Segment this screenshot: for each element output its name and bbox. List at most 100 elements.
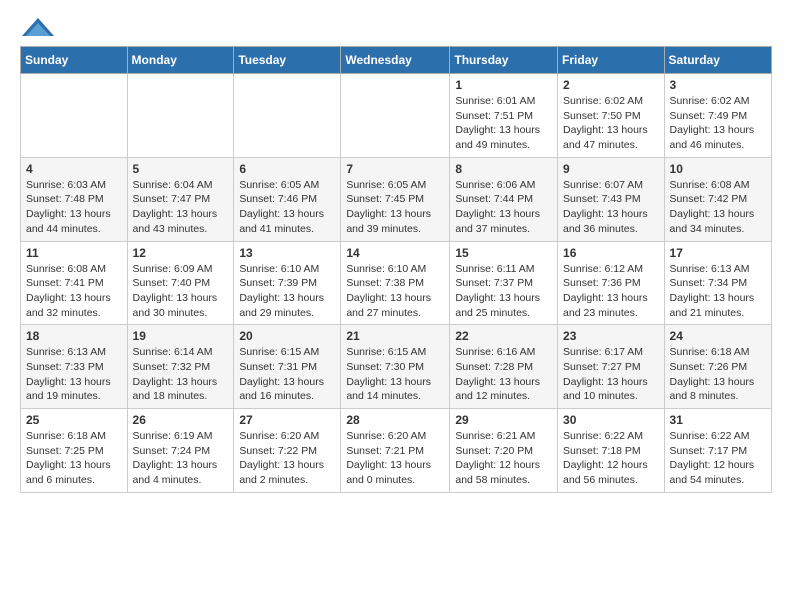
calendar-cell: 24Sunrise: 6:18 AMSunset: 7:26 PMDayligh… bbox=[664, 325, 771, 409]
logo-icon bbox=[20, 16, 56, 36]
day-info: Sunrise: 6:22 AMSunset: 7:17 PMDaylight:… bbox=[670, 429, 766, 488]
header bbox=[20, 16, 772, 36]
day-info: Sunrise: 6:09 AMSunset: 7:40 PMDaylight:… bbox=[133, 262, 229, 321]
calendar-cell: 3Sunrise: 6:02 AMSunset: 7:49 PMDaylight… bbox=[664, 74, 771, 158]
day-info: Sunrise: 6:21 AMSunset: 7:20 PMDaylight:… bbox=[455, 429, 552, 488]
calendar-cell: 13 Sunrise: 6:10 AMSunset: 7:39 PMDayligh… bbox=[234, 241, 341, 325]
calendar-cell: 4 Sunrise: 6:03 AMSunset: 7:48 PMDaylight… bbox=[21, 157, 128, 241]
calendar-cell: 29Sunrise: 6:21 AMSunset: 7:20 PMDayligh… bbox=[450, 409, 558, 493]
day-number: 26 bbox=[133, 413, 229, 427]
day-number: 7 bbox=[346, 162, 444, 176]
calendar-cell: 12 Sunrise: 6:09 AMSunset: 7:40 PMDayligh… bbox=[127, 241, 234, 325]
day-number: 6 bbox=[239, 162, 335, 176]
day-number: 19 bbox=[133, 329, 229, 343]
day-number: 20 bbox=[239, 329, 335, 343]
col-header-thursday: Thursday bbox=[450, 47, 558, 74]
calendar-cell: 19 Sunrise: 6:14 AMSunset: 7:32 PMDayligh… bbox=[127, 325, 234, 409]
calendar-cell: 21 Sunrise: 6:15 AMSunset: 7:30 PMDayligh… bbox=[341, 325, 450, 409]
calendar-cell: 25 Sunrise: 6:18 AMSunset: 7:25 PMDayligh… bbox=[21, 409, 128, 493]
day-number: 22 bbox=[455, 329, 552, 343]
calendar-cell: 23Sunrise: 6:17 AMSunset: 7:27 PMDayligh… bbox=[558, 325, 665, 409]
day-info: Sunrise: 6:15 AMSunset: 7:30 PMDaylight:… bbox=[346, 345, 444, 404]
day-number: 10 bbox=[670, 162, 766, 176]
day-info: Sunrise: 6:12 AMSunset: 7:36 PMDaylight:… bbox=[563, 262, 659, 321]
day-number: 12 bbox=[133, 246, 229, 260]
week-row: 1 Sunrise: 6:01 AMSunset: 7:51 PMDaylight… bbox=[21, 74, 772, 158]
day-info: Sunrise: 6:11 AMSunset: 7:37 PMDaylight:… bbox=[455, 262, 552, 321]
calendar-cell: 17 Sunrise: 6:13 AMSunset: 7:34 PMDayligh… bbox=[664, 241, 771, 325]
day-number: 3 bbox=[670, 78, 766, 92]
day-number: 30 bbox=[563, 413, 659, 427]
day-number: 9 bbox=[563, 162, 659, 176]
day-info: Sunrise: 6:03 AMSunset: 7:48 PMDaylight:… bbox=[26, 178, 122, 237]
day-info: Sunrise: 6:07 AMSunset: 7:43 PMDaylight:… bbox=[563, 178, 659, 237]
day-info: Sunrise: 6:22 AMSunset: 7:18 PMDaylight:… bbox=[563, 429, 659, 488]
calendar-cell: 1 Sunrise: 6:01 AMSunset: 7:51 PMDaylight… bbox=[450, 74, 558, 158]
day-number: 27 bbox=[239, 413, 335, 427]
week-row: 11 Sunrise: 6:08 AMSunset: 7:41 PMDayligh… bbox=[21, 241, 772, 325]
calendar-cell: 7 Sunrise: 6:05 AMSunset: 7:45 PMDaylight… bbox=[341, 157, 450, 241]
day-number: 24 bbox=[670, 329, 766, 343]
day-number: 4 bbox=[26, 162, 122, 176]
calendar-cell: 15 Sunrise: 6:11 AMSunset: 7:37 PMDayligh… bbox=[450, 241, 558, 325]
col-header-monday: Monday bbox=[127, 47, 234, 74]
col-header-tuesday: Tuesday bbox=[234, 47, 341, 74]
calendar-cell: 18 Sunrise: 6:13 AMSunset: 7:33 PMDayligh… bbox=[21, 325, 128, 409]
logo bbox=[20, 16, 60, 36]
day-info: Sunrise: 6:15 AMSunset: 7:31 PMDaylight:… bbox=[239, 345, 335, 404]
day-number: 25 bbox=[26, 413, 122, 427]
day-number: 8 bbox=[455, 162, 552, 176]
day-number: 11 bbox=[26, 246, 122, 260]
col-header-saturday: Saturday bbox=[664, 47, 771, 74]
calendar-cell: 14Sunrise: 6:10 AMSunset: 7:38 PMDayligh… bbox=[341, 241, 450, 325]
calendar-table: SundayMondayTuesdayWednesdayThursdayFrid… bbox=[20, 46, 772, 493]
day-info: Sunrise: 6:13 AMSunset: 7:34 PMDaylight:… bbox=[670, 262, 766, 321]
day-number: 15 bbox=[455, 246, 552, 260]
day-info: Sunrise: 6:14 AMSunset: 7:32 PMDaylight:… bbox=[133, 345, 229, 404]
calendar-cell: 10Sunrise: 6:08 AMSunset: 7:42 PMDayligh… bbox=[664, 157, 771, 241]
day-number: 14 bbox=[346, 246, 444, 260]
week-row: 25 Sunrise: 6:18 AMSunset: 7:25 PMDayligh… bbox=[21, 409, 772, 493]
calendar-cell: 27 Sunrise: 6:20 AMSunset: 7:22 PMDayligh… bbox=[234, 409, 341, 493]
calendar-cell: 8 Sunrise: 6:06 AMSunset: 7:44 PMDaylight… bbox=[450, 157, 558, 241]
day-number: 17 bbox=[670, 246, 766, 260]
day-info: Sunrise: 6:01 AMSunset: 7:51 PMDaylight:… bbox=[455, 94, 552, 153]
day-number: 23 bbox=[563, 329, 659, 343]
day-number: 16 bbox=[563, 246, 659, 260]
day-info: Sunrise: 6:20 AMSunset: 7:22 PMDaylight:… bbox=[239, 429, 335, 488]
calendar-cell: 30 Sunrise: 6:22 AMSunset: 7:18 PMDayligh… bbox=[558, 409, 665, 493]
day-info: Sunrise: 6:18 AMSunset: 7:25 PMDaylight:… bbox=[26, 429, 122, 488]
week-row: 4 Sunrise: 6:03 AMSunset: 7:48 PMDaylight… bbox=[21, 157, 772, 241]
day-info: Sunrise: 6:19 AMSunset: 7:24 PMDaylight:… bbox=[133, 429, 229, 488]
calendar-cell: 22 Sunrise: 6:16 AMSunset: 7:28 PMDayligh… bbox=[450, 325, 558, 409]
calendar-cell: 6 Sunrise: 6:05 AMSunset: 7:46 PMDaylight… bbox=[234, 157, 341, 241]
calendar-cell: 31 Sunrise: 6:22 AMSunset: 7:17 PMDayligh… bbox=[664, 409, 771, 493]
day-info: Sunrise: 6:10 AMSunset: 7:39 PMDaylight:… bbox=[239, 262, 335, 321]
day-number: 18 bbox=[26, 329, 122, 343]
day-number: 31 bbox=[670, 413, 766, 427]
day-number: 5 bbox=[133, 162, 229, 176]
calendar-cell bbox=[341, 74, 450, 158]
calendar-cell bbox=[234, 74, 341, 158]
calendar-cell: 26 Sunrise: 6:19 AMSunset: 7:24 PMDayligh… bbox=[127, 409, 234, 493]
calendar-cell: 2 Sunrise: 6:02 AMSunset: 7:50 PMDaylight… bbox=[558, 74, 665, 158]
day-number: 2 bbox=[563, 78, 659, 92]
day-number: 1 bbox=[455, 78, 552, 92]
calendar-cell bbox=[127, 74, 234, 158]
week-row: 18 Sunrise: 6:13 AMSunset: 7:33 PMDayligh… bbox=[21, 325, 772, 409]
day-info: Sunrise: 6:02 AMSunset: 7:50 PMDaylight:… bbox=[563, 94, 659, 153]
day-number: 13 bbox=[239, 246, 335, 260]
day-info: Sunrise: 6:06 AMSunset: 7:44 PMDaylight:… bbox=[455, 178, 552, 237]
day-number: 21 bbox=[346, 329, 444, 343]
day-info: Sunrise: 6:13 AMSunset: 7:33 PMDaylight:… bbox=[26, 345, 122, 404]
calendar-cell: 16 Sunrise: 6:12 AMSunset: 7:36 PMDayligh… bbox=[558, 241, 665, 325]
calendar-cell: 5 Sunrise: 6:04 AMSunset: 7:47 PMDaylight… bbox=[127, 157, 234, 241]
day-info: Sunrise: 6:16 AMSunset: 7:28 PMDaylight:… bbox=[455, 345, 552, 404]
day-info: Sunrise: 6:05 AMSunset: 7:45 PMDaylight:… bbox=[346, 178, 444, 237]
day-info: Sunrise: 6:08 AMSunset: 7:41 PMDaylight:… bbox=[26, 262, 122, 321]
calendar-cell bbox=[21, 74, 128, 158]
col-header-friday: Friday bbox=[558, 47, 665, 74]
day-info: Sunrise: 6:05 AMSunset: 7:46 PMDaylight:… bbox=[239, 178, 335, 237]
calendar-cell: 20 Sunrise: 6:15 AMSunset: 7:31 PMDayligh… bbox=[234, 325, 341, 409]
day-info: Sunrise: 6:04 AMSunset: 7:47 PMDaylight:… bbox=[133, 178, 229, 237]
